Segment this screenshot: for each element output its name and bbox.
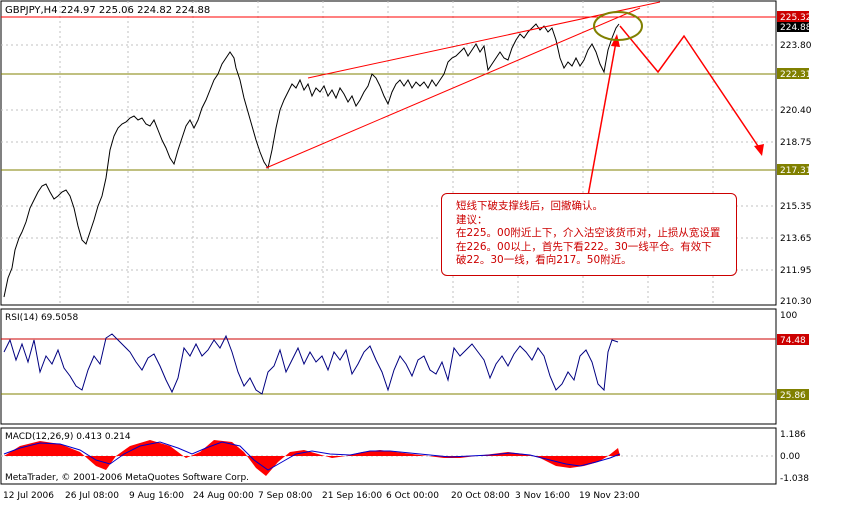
svg-text:20 Oct 08:00: 20 Oct 08:00 (451, 491, 510, 501)
svg-text:213.65: 213.65 (780, 234, 812, 244)
level-labels: 225.32 224.88 222.31 217.31 (777, 11, 812, 176)
svg-text:7 Sep 08:00: 7 Sep 08:00 (258, 491, 313, 501)
annotation-line-4: 在226。00以上，首先下看222。30一线平仓。有效下 (456, 240, 712, 253)
svg-text:12 Jul 2006: 12 Jul 2006 (3, 491, 54, 501)
annotation-box[interactable]: 短线下破支撑线后，回撤确认。 建议： 在225。00附近上下，介入沽空该货币对，… (441, 193, 737, 276)
svg-text:-1.038: -1.038 (780, 474, 809, 484)
svg-text:21 Sep 16:00: 21 Sep 16:00 (322, 491, 382, 501)
svg-text:1.186: 1.186 (780, 430, 806, 440)
rsi-lower-label: 25.86 (780, 391, 806, 401)
rsi-top-tick: 100 (780, 311, 797, 321)
svg-text:19 Nov 23:00: 19 Nov 23:00 (579, 491, 640, 501)
svg-text:210.30: 210.30 (780, 297, 812, 307)
time-axis: 12 Jul 2006 26 Jul 08:00 9 Aug 16:00 24 … (3, 491, 640, 501)
annotation-line-3: 在225。00附近上下，介入沽空该货币对，止损从宽设置 (456, 227, 721, 239)
svg-text:220.40: 220.40 (780, 106, 812, 116)
macd-title: MACD(12,26,9) 0.413 0.214 (5, 432, 131, 442)
current-price-label: 224.88 (780, 23, 812, 33)
svg-text:3 Nov 16:00: 3 Nov 16:00 (515, 491, 570, 501)
symbol-header: GBPJPY,H4 224.97 225.06 224.82 224.88 (5, 5, 210, 16)
svg-text:9 Aug 16:00: 9 Aug 16:00 (129, 491, 184, 501)
macd-scale: 1.186 0.00 -1.038 (780, 430, 809, 484)
svg-text:24 Aug 00:00: 24 Aug 00:00 (193, 491, 254, 501)
annotation-line-2: 建议： (456, 213, 488, 226)
copyright-text: MetaTrader, © 2001-2006 MetaQuotes Softw… (5, 473, 249, 483)
annotation-line-5: 破22。30一线，看向217。50附近。 (456, 254, 632, 266)
svg-text:26 Jul 08:00: 26 Jul 08:00 (65, 491, 119, 501)
support-upper-label: 222.31 (780, 70, 812, 80)
rsi-upper-label: 74.48 (780, 336, 806, 346)
rsi-title: RSI(14) 69.5058 (5, 313, 78, 323)
resistance-label: 225.32 (780, 13, 812, 23)
svg-text:215.35: 215.35 (780, 202, 812, 212)
rsi-panel (0, 308, 777, 425)
svg-text:6 Oct 00:00: 6 Oct 00:00 (386, 491, 439, 501)
annotation-line-1: 短线下破支撑线后，回撤确认。 (456, 200, 603, 212)
svg-text:223.80: 223.80 (780, 41, 812, 51)
svg-text:211.95: 211.95 (780, 266, 812, 276)
support-lower-label: 217.31 (780, 166, 812, 176)
svg-text:0.00: 0.00 (780, 452, 800, 462)
svg-text:218.75: 218.75 (780, 138, 812, 148)
